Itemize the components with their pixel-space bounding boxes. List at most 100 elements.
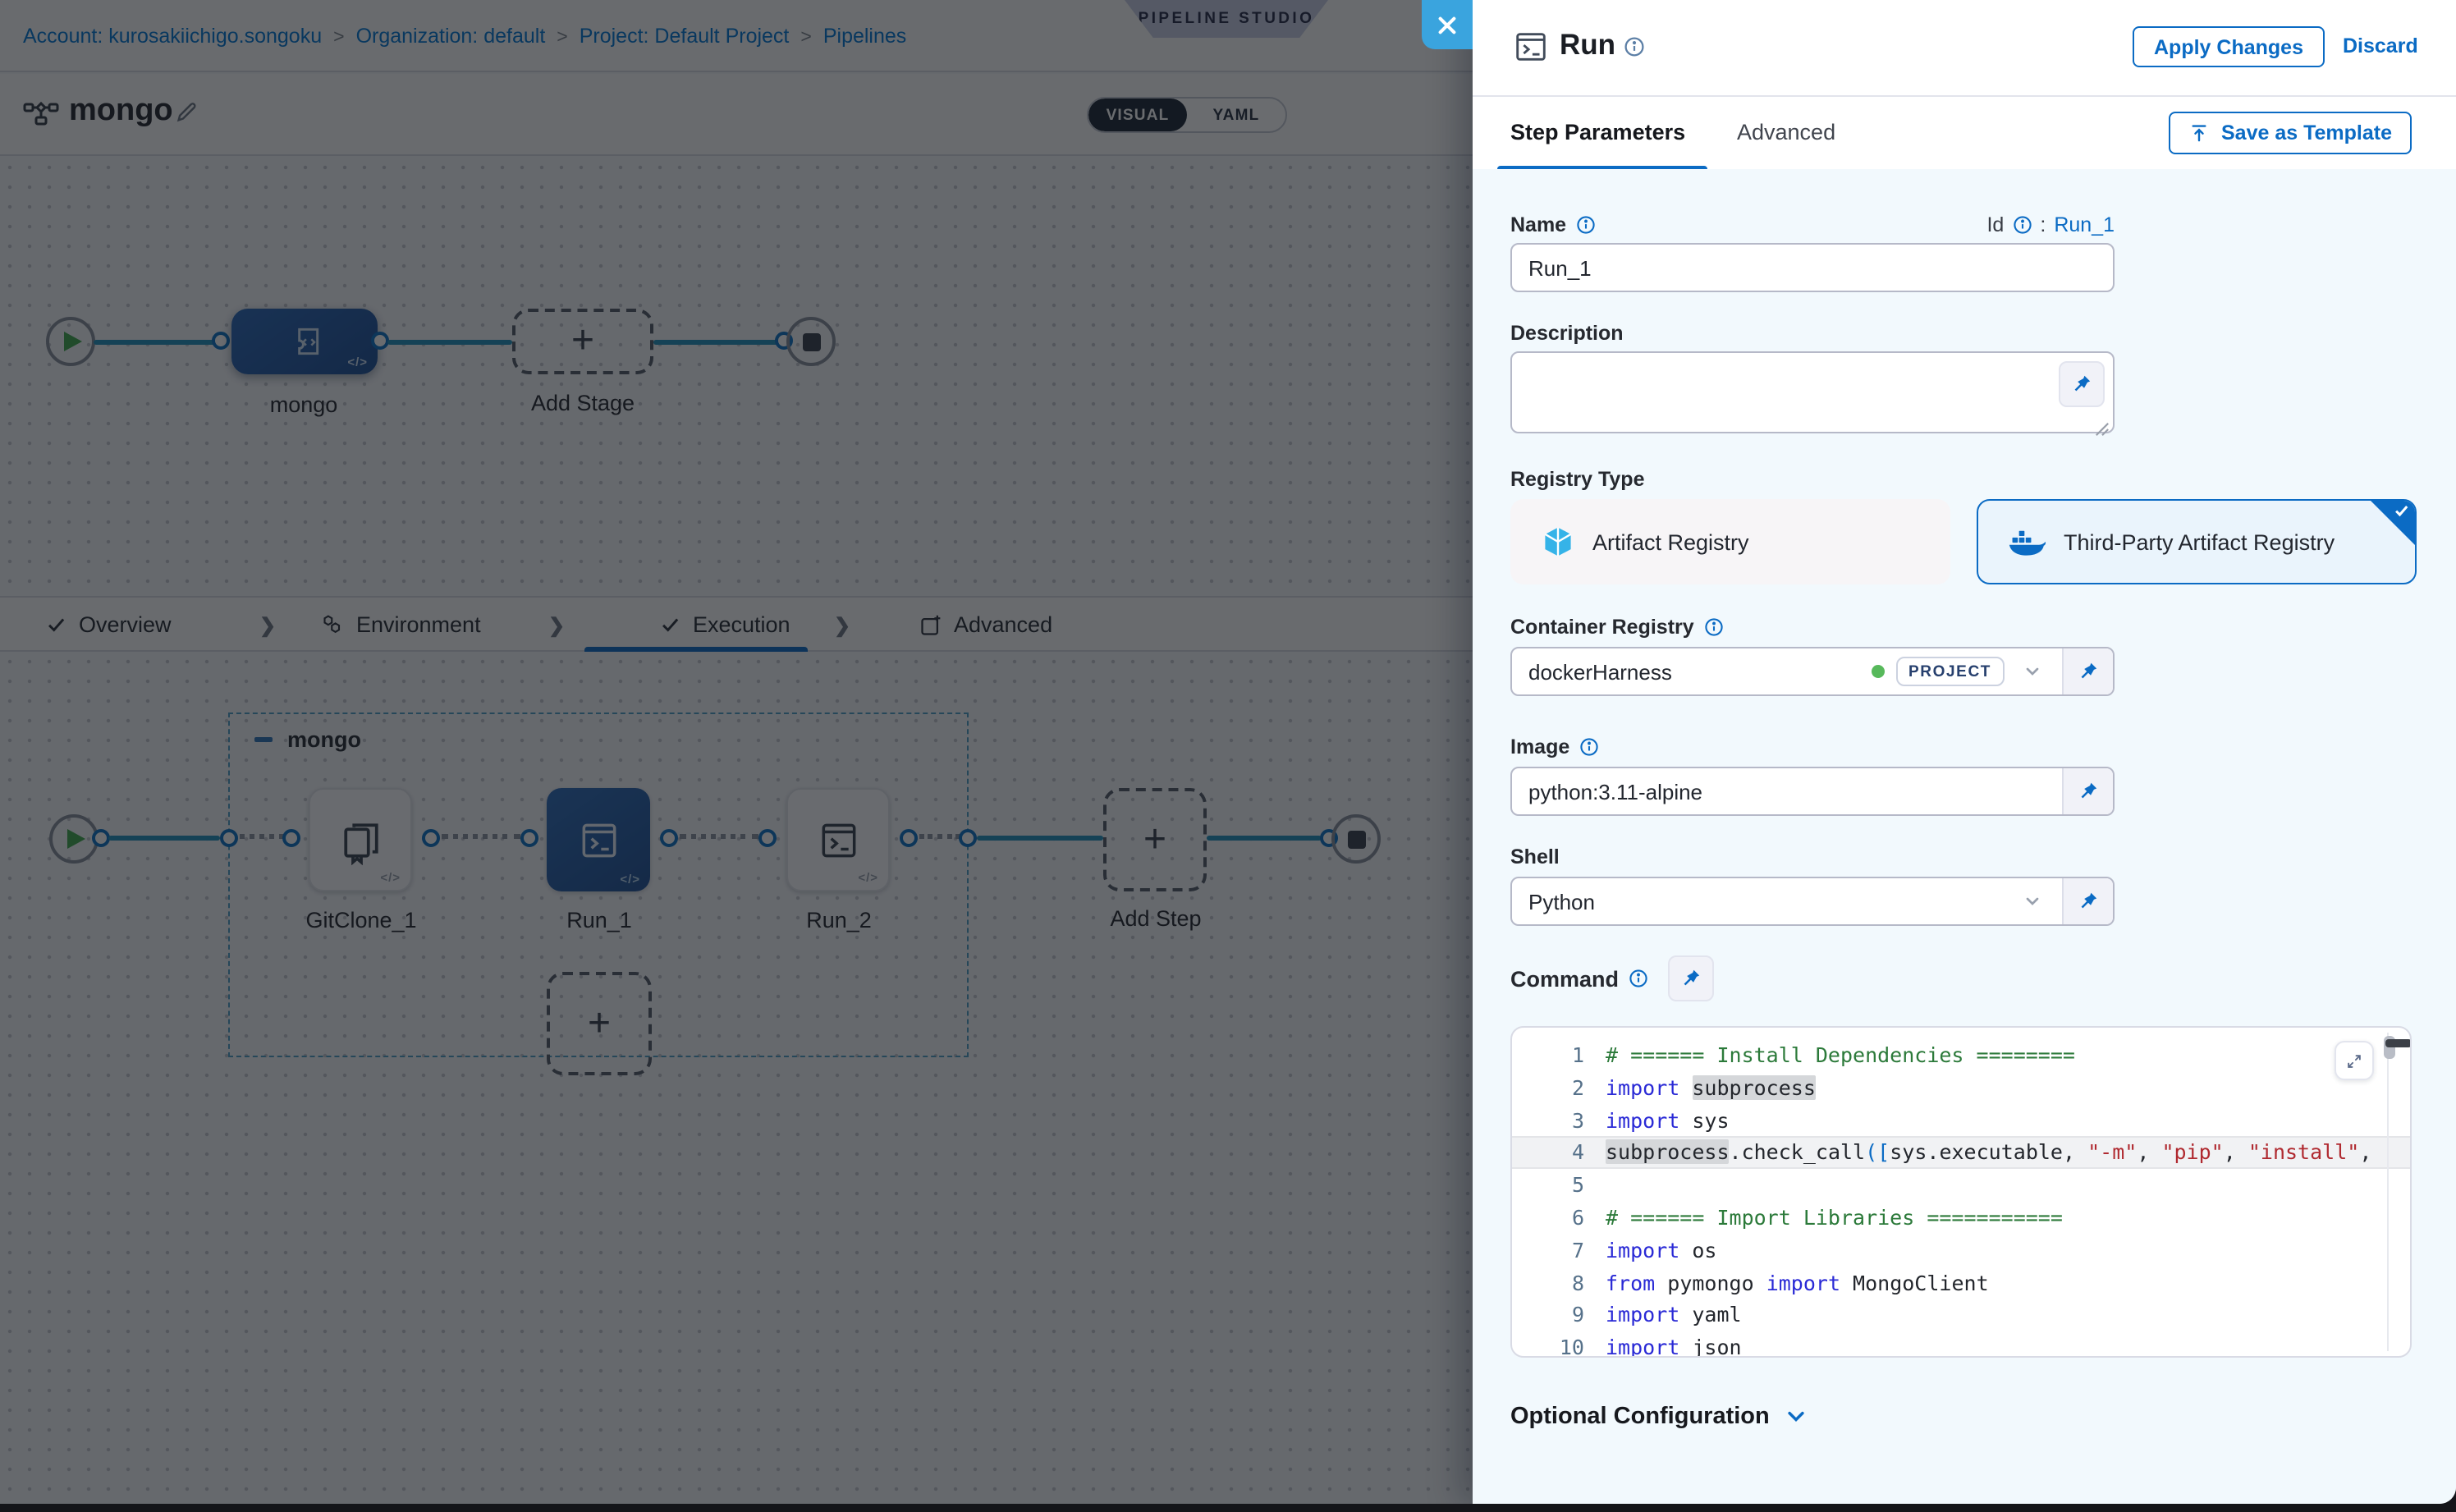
- apply-changes-button[interactable]: Apply Changes: [2133, 26, 2325, 67]
- pin-runtime-input-button[interactable]: [1668, 955, 1714, 1001]
- pin-runtime-input-button[interactable]: [2059, 361, 2105, 407]
- code-line: 5: [1512, 1169, 2410, 1202]
- container-registry-value: dockerHarness: [1528, 659, 1859, 684]
- tab-advanced[interactable]: Advanced: [1737, 120, 1835, 144]
- third-party-registry-label: Third-Party Artifact Registry: [2064, 529, 2335, 554]
- save-as-template-button[interactable]: Save as Template: [2169, 112, 2412, 154]
- code-text: # ====== Import Libraries ===========: [1606, 1202, 2063, 1235]
- info-icon[interactable]: [1704, 617, 1724, 637]
- id-value[interactable]: Run_1: [2054, 213, 2115, 236]
- pin-runtime-input-button[interactable]: [2062, 768, 2113, 814]
- pin-runtime-input-button[interactable]: [2062, 878, 2113, 924]
- info-icon[interactable]: [1579, 737, 1599, 757]
- info-icon[interactable]: [1629, 969, 1648, 988]
- chevron-down-icon[interactable]: [2016, 891, 2049, 911]
- discard-button[interactable]: Discard: [2343, 34, 2418, 57]
- info-icon[interactable]: [1576, 215, 1596, 235]
- image-input[interactable]: python:3.11-alpine: [1512, 768, 2062, 814]
- pin-runtime-input-button[interactable]: [2062, 648, 2113, 694]
- pin-icon: [2078, 891, 2098, 911]
- container-registry-select[interactable]: dockerHarness PROJECT: [1512, 648, 2062, 694]
- image-label-row: Image: [1510, 735, 2456, 758]
- drawer-tabs-bar: Step Parameters Advanced Save as Templat…: [1473, 97, 2456, 171]
- optional-configuration-label: Optional Configuration: [1510, 1404, 1770, 1430]
- container-registry-label: Container Registry: [1510, 616, 1694, 639]
- chevron-down-icon: [1785, 1405, 1808, 1428]
- drawer-body: Name Id : Run_1 Description: [1473, 169, 2456, 1504]
- code-text: subprocess.check_call([sys.executable, "…: [1606, 1137, 2371, 1170]
- drawer-header: Run Apply Changes Discard: [1473, 0, 2456, 97]
- artifact-registry-icon: [1540, 524, 1576, 560]
- line-number: 1: [1512, 1039, 1606, 1072]
- image-field: python:3.11-alpine: [1510, 767, 2115, 816]
- registry-type-label: Registry Type: [1510, 468, 2456, 491]
- container-registry-label-row: Container Registry: [1510, 616, 2456, 639]
- save-as-template-label: Save as Template: [2221, 121, 2392, 144]
- code-line: 8from pymongo import MongoClient: [1512, 1267, 2410, 1299]
- editor-scrollbar-track: [2387, 1033, 2389, 1351]
- shell-select[interactable]: Python: [1512, 878, 2062, 924]
- code-line: 9import yaml: [1512, 1299, 2410, 1332]
- expand-editor-button[interactable]: [2335, 1041, 2374, 1080]
- drawer-title: Run: [1560, 28, 1615, 62]
- code-line: 7import os: [1512, 1235, 2410, 1267]
- scope-tag: PROJECT: [1895, 657, 2005, 686]
- line-number: 8: [1512, 1267, 1606, 1299]
- pin-icon: [1681, 969, 1701, 988]
- artifact-registry-label: Artifact Registry: [1592, 529, 1749, 554]
- line-number: 5: [1512, 1169, 1606, 1202]
- code-text: import yaml: [1606, 1299, 1742, 1332]
- tab-step-parameters[interactable]: Step Parameters: [1510, 120, 1685, 144]
- upload-icon: [2188, 122, 2210, 144]
- step-config-drawer: Run Apply Changes Discard Step Parameter…: [1473, 0, 2456, 1504]
- code-text: import os: [1606, 1235, 1716, 1267]
- pin-icon: [2078, 662, 2098, 681]
- name-label-row: Name: [1510, 213, 1596, 236]
- code-line: 4subprocess.check_call([sys.executable, …: [1512, 1137, 2410, 1170]
- bottom-system-bar: [0, 1504, 2456, 1512]
- code-line: 10import json: [1512, 1331, 2410, 1358]
- id-row: Id : Run_1: [1986, 213, 2115, 236]
- name-input[interactable]: [1510, 243, 2115, 292]
- image-value: python:3.11-alpine: [1528, 779, 2049, 804]
- registry-type-options: Artifact Registry Third-Party Artifact R…: [1510, 499, 2456, 584]
- line-number: 10: [1512, 1331, 1606, 1358]
- command-code-editor[interactable]: 1# ====== Install Dependencies ========2…: [1510, 1026, 2412, 1358]
- artifact-registry-option[interactable]: Artifact Registry: [1510, 499, 1950, 584]
- code-line: 6# ====== Import Libraries ===========: [1512, 1202, 2410, 1235]
- editor-horizontal-scroll-thumb[interactable]: [2385, 1039, 2412, 1047]
- check-icon: [2394, 502, 2410, 519]
- command-label: Command: [1510, 966, 1619, 991]
- code-text: import subprocess: [1606, 1072, 1816, 1105]
- line-number: 2: [1512, 1072, 1606, 1105]
- description-input[interactable]: [1510, 351, 2115, 433]
- third-party-registry-option-selected[interactable]: Third-Party Artifact Registry: [1977, 499, 2417, 584]
- line-number: 9: [1512, 1299, 1606, 1332]
- line-number: 4: [1512, 1137, 1606, 1170]
- code-text: # ====== Install Dependencies ========: [1606, 1039, 2075, 1072]
- code-text: from pymongo import MongoClient: [1606, 1267, 1989, 1299]
- shell-field: Python: [1510, 877, 2115, 926]
- id-label: Id: [1986, 213, 2004, 236]
- docker-icon: [2008, 527, 2047, 557]
- close-drawer-button[interactable]: [1422, 0, 1473, 49]
- id-separator: :: [2040, 213, 2046, 236]
- name-label: Name: [1510, 213, 1566, 236]
- fullscreen-icon: [2346, 1050, 2362, 1071]
- info-icon[interactable]: [2012, 215, 2032, 235]
- chevron-down-icon[interactable]: [2016, 662, 2049, 681]
- resize-handle[interactable]: [2095, 422, 2110, 437]
- shell-value: Python: [1528, 889, 2005, 914]
- pin-icon: [2072, 374, 2092, 394]
- line-number: 6: [1512, 1202, 1606, 1235]
- connector-status-dot: [1871, 665, 1884, 678]
- info-icon[interactable]: [1624, 36, 1645, 57]
- code-text: import json: [1606, 1331, 1742, 1358]
- shell-label: Shell: [1510, 845, 2456, 868]
- code-line: 2import subprocess: [1512, 1072, 2410, 1105]
- image-label: Image: [1510, 735, 1569, 758]
- code-text: import sys: [1606, 1104, 1730, 1137]
- optional-configuration-toggle[interactable]: Optional Configuration: [1510, 1404, 2456, 1430]
- command-label-row: Command: [1510, 955, 2456, 1001]
- command-label-group: Command: [1510, 966, 1648, 991]
